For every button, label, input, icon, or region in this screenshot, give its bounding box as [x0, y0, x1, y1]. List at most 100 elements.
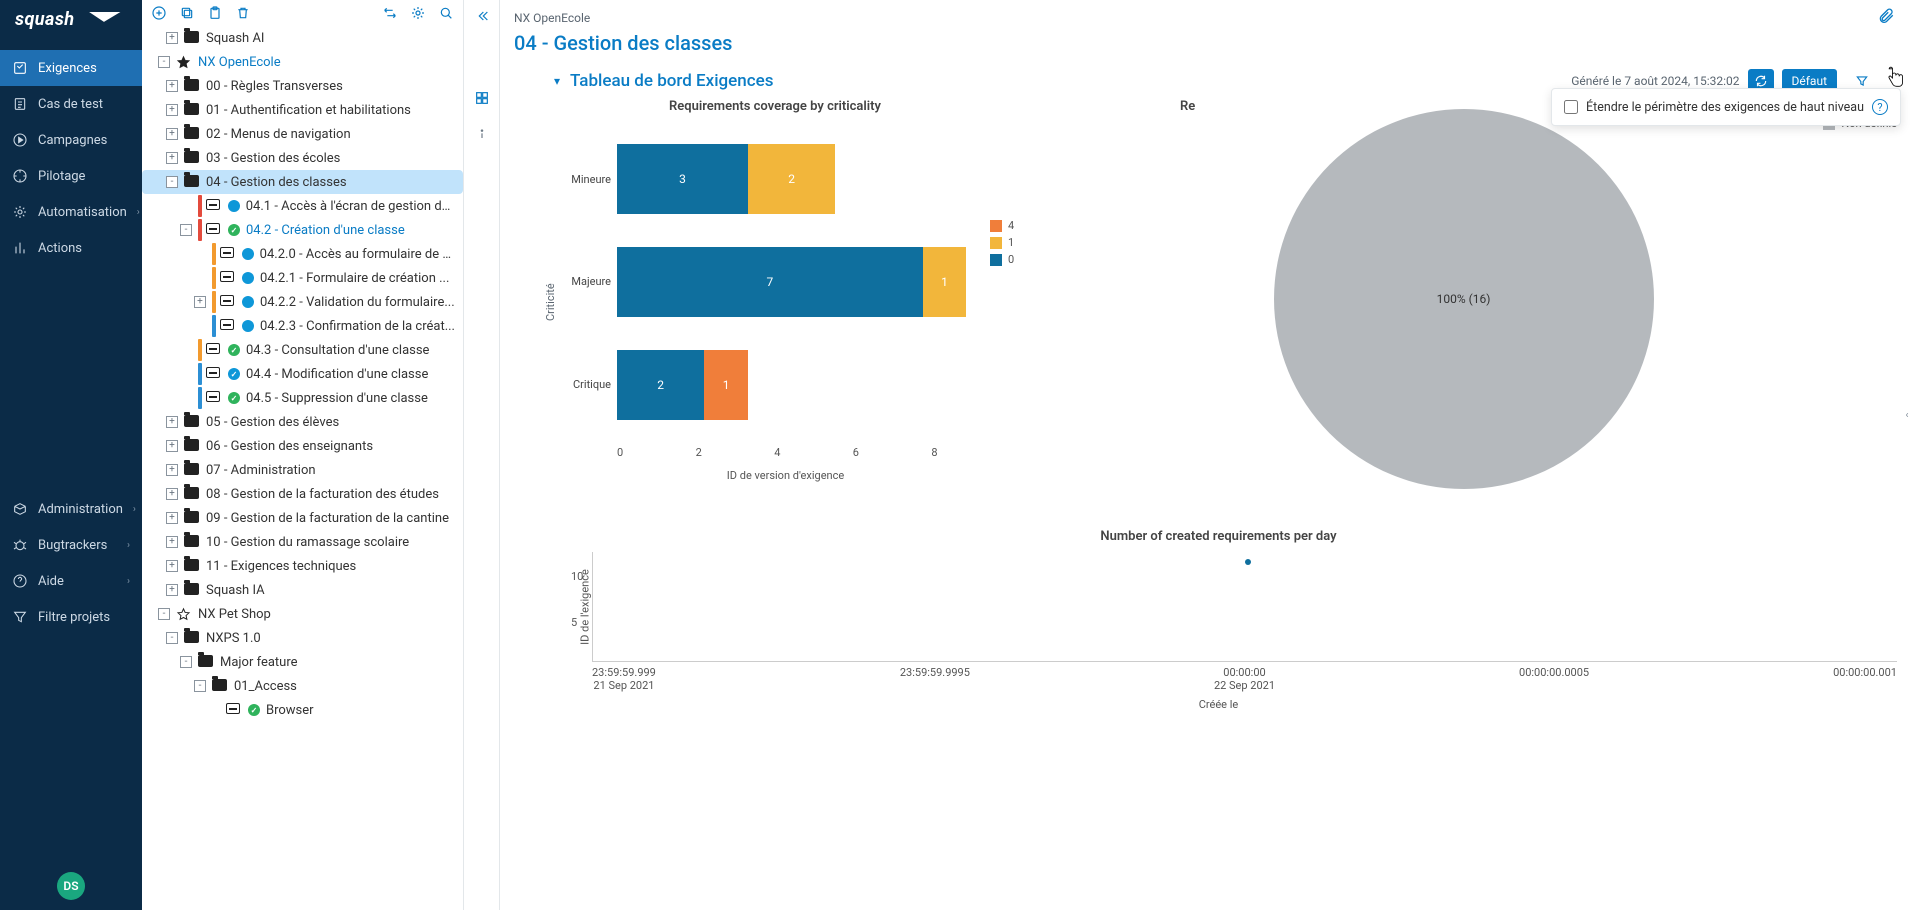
requirement-icon [226, 703, 242, 717]
tree-folder[interactable]: +Squash IA [142, 578, 463, 602]
tree-toggle-icon[interactable]: + [166, 80, 178, 92]
tree-project[interactable]: -NX OpenEcole [142, 50, 463, 74]
main-content: NX OpenEcole 04 - Gestion des classes ▾ … [500, 0, 1911, 910]
tree-requirement[interactable]: -04.2 - Création d'une classe [142, 218, 463, 242]
tree-folder[interactable]: +11 - Exigences techniques [142, 554, 463, 578]
tree-requirement[interactable]: Browser [142, 698, 463, 722]
tree-folder[interactable]: +10 - Gestion du ramassage scolaire [142, 530, 463, 554]
tree-folder[interactable]: +00 - Règles Transverses [142, 74, 463, 98]
pie-center-label: 100% (16) [1437, 292, 1491, 306]
tree-toggle-icon[interactable]: - [166, 176, 178, 188]
nav-automation[interactable]: Automatisation› [0, 194, 142, 230]
nav-campaigns[interactable]: Campagnes [0, 122, 142, 158]
nav-steering[interactable]: Pilotage [0, 158, 142, 194]
tree-toggle-icon[interactable]: - [180, 224, 192, 236]
attachments-icon[interactable] [1877, 6, 1895, 29]
tree-toggle-icon[interactable]: + [166, 32, 178, 44]
legend-item: 1 [990, 236, 1014, 249]
tree-folder[interactable]: +09 - Gestion de la facturation de la ca… [142, 506, 463, 530]
tree-label: 11 - Exigences techniques [206, 559, 356, 574]
search-icon[interactable] [437, 4, 455, 22]
tree-toggle-icon[interactable]: + [166, 464, 178, 476]
section-toggle-icon[interactable]: ▾ [554, 74, 560, 88]
tree-requirement[interactable]: +04.2.2 - Validation du formulaire... [142, 290, 463, 314]
tree-toggle-icon[interactable]: + [194, 296, 206, 308]
bar-row: Majeure71 [561, 242, 1010, 322]
tree-folder[interactable]: -NXPS 1.0 [142, 626, 463, 650]
nav-label: Filtre projets [38, 610, 110, 625]
tree-label: 04.2.2 - Validation du formulaire... [260, 295, 455, 310]
axis-tick: 00:00:00.001 [1833, 666, 1897, 692]
add-icon[interactable] [150, 4, 168, 22]
tree-folder[interactable]: +02 - Menus de navigation [142, 122, 463, 146]
axis-tick: 00:00:0022 Sep 2021 [1214, 666, 1275, 692]
copy-icon[interactable] [178, 4, 196, 22]
nav-requirements[interactable]: Exigences [0, 50, 142, 86]
requirements-icon [12, 60, 28, 76]
sidebar-collapse-handle[interactable]: ‹ [1902, 400, 1911, 430]
tree-toggle-icon[interactable]: + [166, 440, 178, 452]
tree-toggle-icon[interactable]: + [166, 416, 178, 428]
tree-toggle-icon[interactable]: + [166, 512, 178, 524]
tree-folder[interactable]: -Major feature [142, 650, 463, 674]
axis-tick: 23:59:59.99921 Sep 2021 [592, 666, 656, 692]
tree-folder[interactable]: +03 - Gestion des écoles [142, 146, 463, 170]
bar-track: 21 [617, 350, 1010, 420]
tree-folder[interactable]: -01_Access [142, 674, 463, 698]
tree-folder[interactable]: +06 - Gestion des enseignants [142, 434, 463, 458]
collapse-panel-icon[interactable] [472, 6, 492, 26]
settings-icon[interactable] [409, 4, 427, 22]
tree-toggle-icon[interactable]: + [166, 488, 178, 500]
extend-scope-checkbox[interactable] [1564, 100, 1578, 114]
tree-toggle-icon[interactable]: - [194, 680, 206, 692]
tree-folder[interactable]: +08 - Gestion de la facturation des étud… [142, 482, 463, 506]
tree-toggle-icon[interactable]: - [166, 632, 178, 644]
legend-item: 4 [990, 219, 1014, 232]
delete-icon[interactable] [234, 4, 252, 22]
chart-coverage-by-criticality: Requirements coverage by criticality Cri… [540, 99, 1010, 482]
tree-requirement[interactable]: 04.3 - Consultation d'une classe [142, 338, 463, 362]
status-dot-icon [242, 272, 254, 284]
tree-folder[interactable]: +01 - Authentification et habilitations [142, 98, 463, 122]
tree-folder[interactable]: +Squash AI [142, 26, 463, 50]
dashboard-view-icon[interactable] [472, 88, 492, 108]
tree-folder[interactable]: +07 - Administration [142, 458, 463, 482]
tree-requirement[interactable]: 04.2.0 - Accès au formulaire de c... [142, 242, 463, 266]
axis-tick: 8 [931, 446, 1010, 459]
paste-icon[interactable] [206, 4, 224, 22]
tree-toggle-icon[interactable]: - [158, 608, 170, 620]
nav-bugtrackers[interactable]: Bugtrackers› [0, 527, 142, 563]
tree-toggle-icon[interactable]: + [166, 152, 178, 164]
avatar[interactable]: DS [57, 872, 85, 900]
tree-toggle-icon[interactable]: - [180, 656, 192, 668]
nav-admin[interactable]: Administration› [0, 491, 142, 527]
tree-requirement[interactable]: 04.2.1 - Formulaire de création ... [142, 266, 463, 290]
tree-requirement[interactable]: 04.1 - Accès à l'écran de gestion de... [142, 194, 463, 218]
tree-requirement[interactable]: 04.2.3 - Confirmation de la créat... [142, 314, 463, 338]
info-icon[interactable] [472, 124, 492, 144]
tree-requirement[interactable]: 04.4 - Modification d'une classe [142, 362, 463, 386]
tree-folder[interactable]: +05 - Gestion des élèves [142, 410, 463, 434]
chevron-right-icon: › [137, 207, 140, 218]
tree-folder[interactable]: -04 - Gestion des classes [142, 170, 463, 194]
nav-help[interactable]: Aide› [0, 563, 142, 599]
tree-toggle-icon[interactable]: + [166, 128, 178, 140]
legend-swatch [990, 237, 1002, 249]
nav-filter[interactable]: Filtre projets [0, 599, 142, 635]
tree-project[interactable]: -NX Pet Shop [142, 602, 463, 626]
filter-icon [12, 609, 28, 625]
nav-actions[interactable]: Actions [0, 230, 142, 266]
tree-toggle-icon[interactable]: + [166, 104, 178, 116]
help-icon [12, 573, 28, 589]
sort-icon[interactable] [381, 4, 399, 22]
bar-row: Critique21 [561, 345, 1010, 425]
tree-toggle-icon[interactable]: + [166, 560, 178, 572]
tree-toggle-icon[interactable]: + [166, 584, 178, 596]
automation-icon [12, 204, 28, 220]
tree-scroll[interactable]: +Squash AI-NX OpenEcole+00 - Règles Tran… [142, 26, 463, 910]
help-icon[interactable]: ? [1872, 99, 1888, 115]
nav-testcases[interactable]: Cas de test [0, 86, 142, 122]
tree-requirement[interactable]: 04.5 - Suppression d'une classe [142, 386, 463, 410]
tree-toggle-icon[interactable]: + [166, 536, 178, 548]
tree-toggle-icon[interactable]: - [158, 56, 170, 68]
